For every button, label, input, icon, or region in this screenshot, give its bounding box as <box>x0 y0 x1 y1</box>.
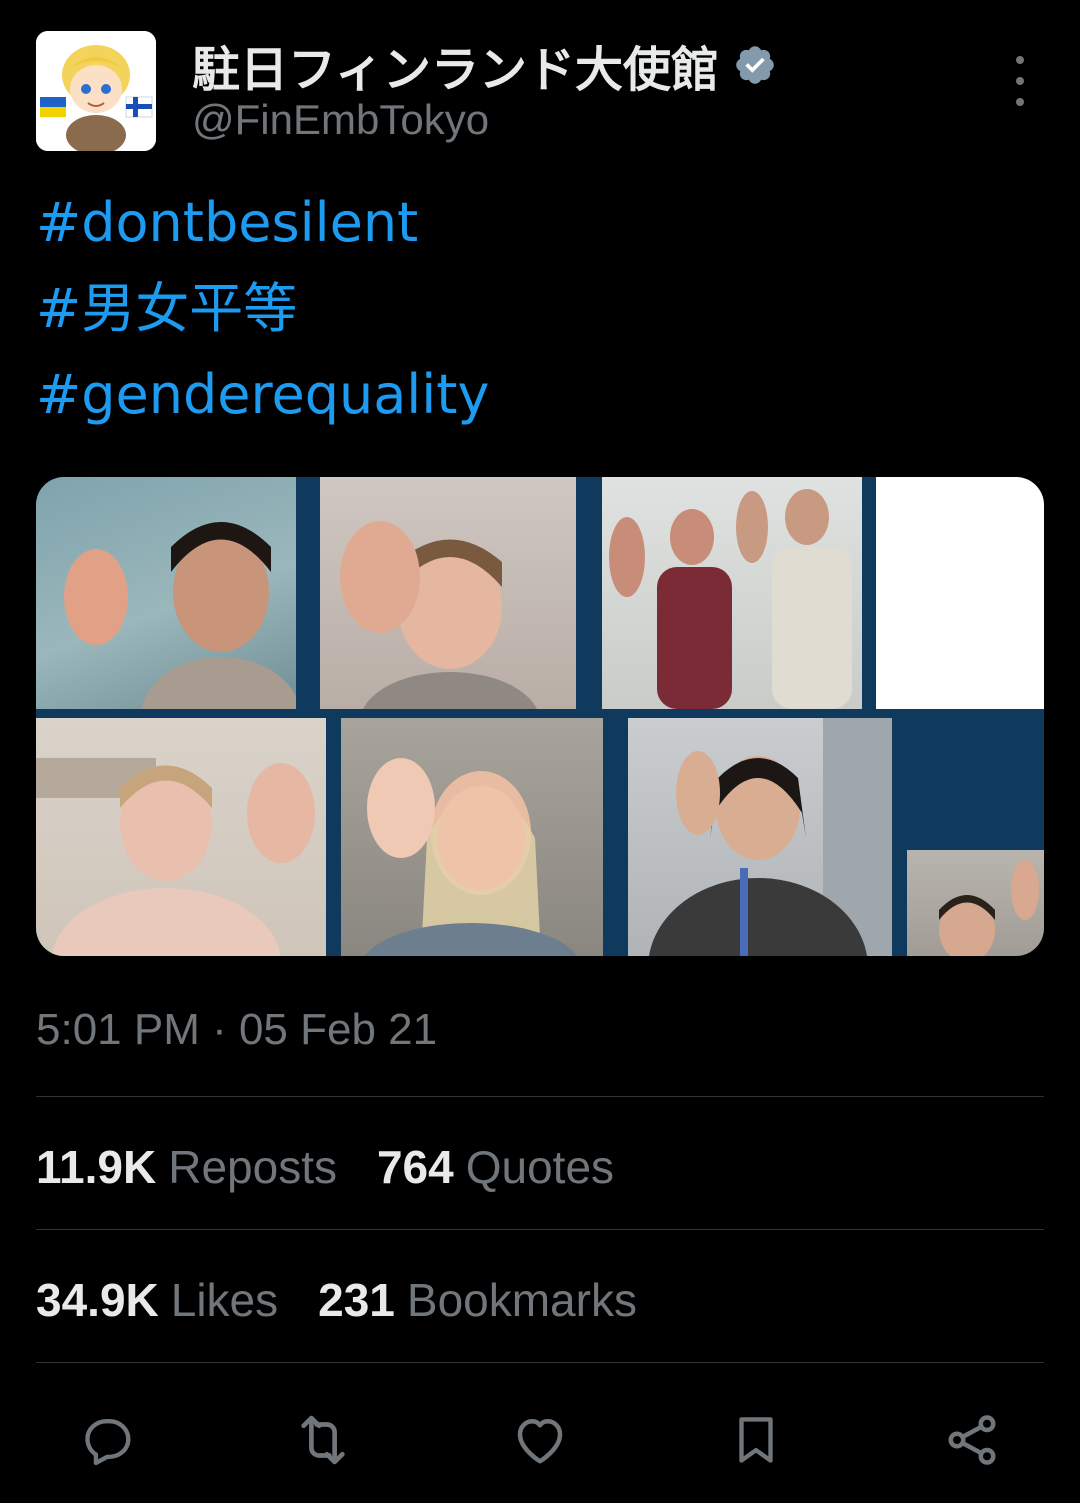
post-text: #dontbesilent #男女平等 #genderequality <box>36 180 489 438</box>
hashtag-link[interactable]: #dontbesilent <box>36 180 489 266</box>
bookmarks-count: 231 <box>318 1274 395 1326</box>
verified-badge-icon[interactable] <box>733 43 777 87</box>
participant-tile <box>341 718 603 956</box>
likes-count: 34.9K <box>36 1274 159 1326</box>
likes-label: Likes <box>170 1274 279 1326</box>
bookmark-icon[interactable] <box>721 1405 791 1475</box>
bookmarks-label: Bookmarks <box>406 1274 637 1326</box>
quotes-label: Quotes <box>465 1141 615 1193</box>
divider <box>36 1362 1044 1363</box>
participant-tile-small <box>907 850 1044 956</box>
stats-row-likes: 34.9K Likes 231 Bookmarks <box>36 1273 637 1327</box>
participant-tile <box>602 477 862 709</box>
participant-tile <box>36 718 326 956</box>
reply-icon[interactable] <box>73 1405 143 1475</box>
repost-icon[interactable] <box>288 1405 358 1475</box>
stats-row-engagement: 11.9K Reposts 764 Quotes <box>36 1140 614 1194</box>
quotes-stat[interactable]: 764 Quotes <box>377 1141 614 1193</box>
hashtag-link[interactable]: #genderequality <box>36 352 489 438</box>
action-bar <box>0 1405 1080 1475</box>
avatar[interactable] <box>36 31 156 151</box>
hashtag-link[interactable]: #男女平等 <box>36 266 489 352</box>
display-name-text: 駐日フィンランド大使館 <box>192 42 720 98</box>
divider <box>36 1096 1044 1097</box>
display-name[interactable]: 駐日フィンランド大使館 <box>192 30 777 100</box>
like-icon[interactable] <box>505 1405 575 1475</box>
reposts-stat[interactable]: 11.9K Reposts <box>36 1141 337 1193</box>
reposts-label: Reposts <box>168 1141 337 1193</box>
reposts-count: 11.9K <box>36 1141 157 1193</box>
post-timestamp[interactable]: 5:01 PM · 05 Feb 21 <box>36 1005 437 1055</box>
handle[interactable]: @FinEmbTokyo <box>192 96 489 144</box>
participant-tile <box>628 718 892 956</box>
participant-tile-blank <box>876 477 1044 709</box>
bookmarks-stat[interactable]: 231 Bookmarks <box>318 1274 637 1326</box>
likes-stat[interactable]: 34.9K Likes <box>36 1274 278 1326</box>
post-media-image[interactable] <box>36 477 1044 956</box>
share-icon[interactable] <box>937 1405 1007 1475</box>
participant-tile <box>36 477 296 709</box>
divider <box>36 1229 1044 1230</box>
tweet-detail: 駐日フィンランド大使館 @FinEmbTokyo #dontbesilent #… <box>0 0 1080 1503</box>
participant-tile <box>320 477 576 709</box>
more-options-icon[interactable] <box>998 56 1042 106</box>
quotes-count: 764 <box>376 1141 454 1193</box>
